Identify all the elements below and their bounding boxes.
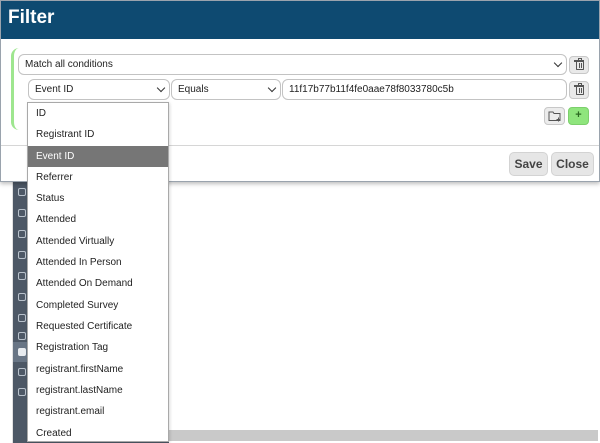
sidebar-mail-icon[interactable] [18,188,26,196]
sidebar-person-icon[interactable] [18,332,26,340]
delete-group-button[interactable] [569,56,589,74]
plus-icon: + [575,109,582,121]
close-button[interactable]: Close [551,152,594,176]
dropdown-option[interactable]: registrant.firstName [28,359,168,380]
chevron-down-icon [267,83,277,93]
background-content [169,182,600,443]
folder-plus-icon [548,111,561,122]
chevron-down-icon [553,58,563,68]
dropdown-option[interactable]: registrant.lastName [28,380,168,401]
modal-header: Filter [1,1,599,39]
dropdown-option[interactable]: Registration Tag [28,337,168,358]
field-dropdown-list: ID Registrant ID Event ID Referrer Statu… [27,102,169,442]
trash-icon [574,83,584,95]
sidebar-users-icon[interactable] [18,251,26,259]
dropdown-option[interactable]: Requested Certificate [28,316,168,337]
sidebar-calendar-icon[interactable] [18,230,26,238]
match-conditions-select[interactable]: Match all conditions [18,54,567,75]
dropdown-option[interactable]: Attended Virtually [28,231,168,252]
dropdown-option[interactable]: Attended On Demand [28,273,168,294]
sidebar-registrants-icon[interactable] [18,348,26,356]
dropdown-option[interactable]: Created [28,423,168,441]
sidebar-code-icon[interactable] [18,368,26,376]
background-scrollbar[interactable] [169,430,598,441]
background-left-strip [0,182,13,443]
add-group-button[interactable] [544,107,565,125]
add-condition-button[interactable]: + [568,107,589,125]
dropdown-option[interactable]: Status [28,188,168,209]
save-button[interactable]: Save [509,152,548,176]
field-select[interactable]: Event ID [28,79,170,100]
dropdown-option[interactable]: ID [28,103,168,124]
delete-condition-button[interactable] [569,81,589,99]
condition-value-input[interactable]: 11f17b77b11f4fe0aae78f8033780c5b [282,79,567,100]
dropdown-option[interactable]: Attended [28,209,168,230]
dropdown-option[interactable]: Referrer [28,167,168,188]
dropdown-option[interactable]: Registrant ID [28,124,168,145]
sidebar-tag-icon[interactable] [18,293,26,301]
match-conditions-value: Match all conditions [25,59,113,70]
operator-select-value: Equals [178,84,209,95]
operator-select[interactable]: Equals [171,79,281,100]
field-select-value: Event ID [35,84,74,95]
dropdown-option[interactable]: Attended In Person [28,252,168,273]
trash-icon [574,58,584,70]
sidebar-list-icon[interactable] [18,314,26,322]
modal-title: Filter [8,7,55,28]
dropdown-option[interactable]: registrant.email [28,401,168,422]
dropdown-option[interactable]: Completed Survey [28,295,168,316]
chevron-down-icon [156,83,166,93]
sidebar-reports-icon[interactable] [18,388,26,396]
dropdown-option-selected[interactable]: Event ID [28,146,168,167]
sidebar-settings-icon[interactable] [18,272,26,280]
sidebar-play-icon[interactable] [18,209,26,217]
